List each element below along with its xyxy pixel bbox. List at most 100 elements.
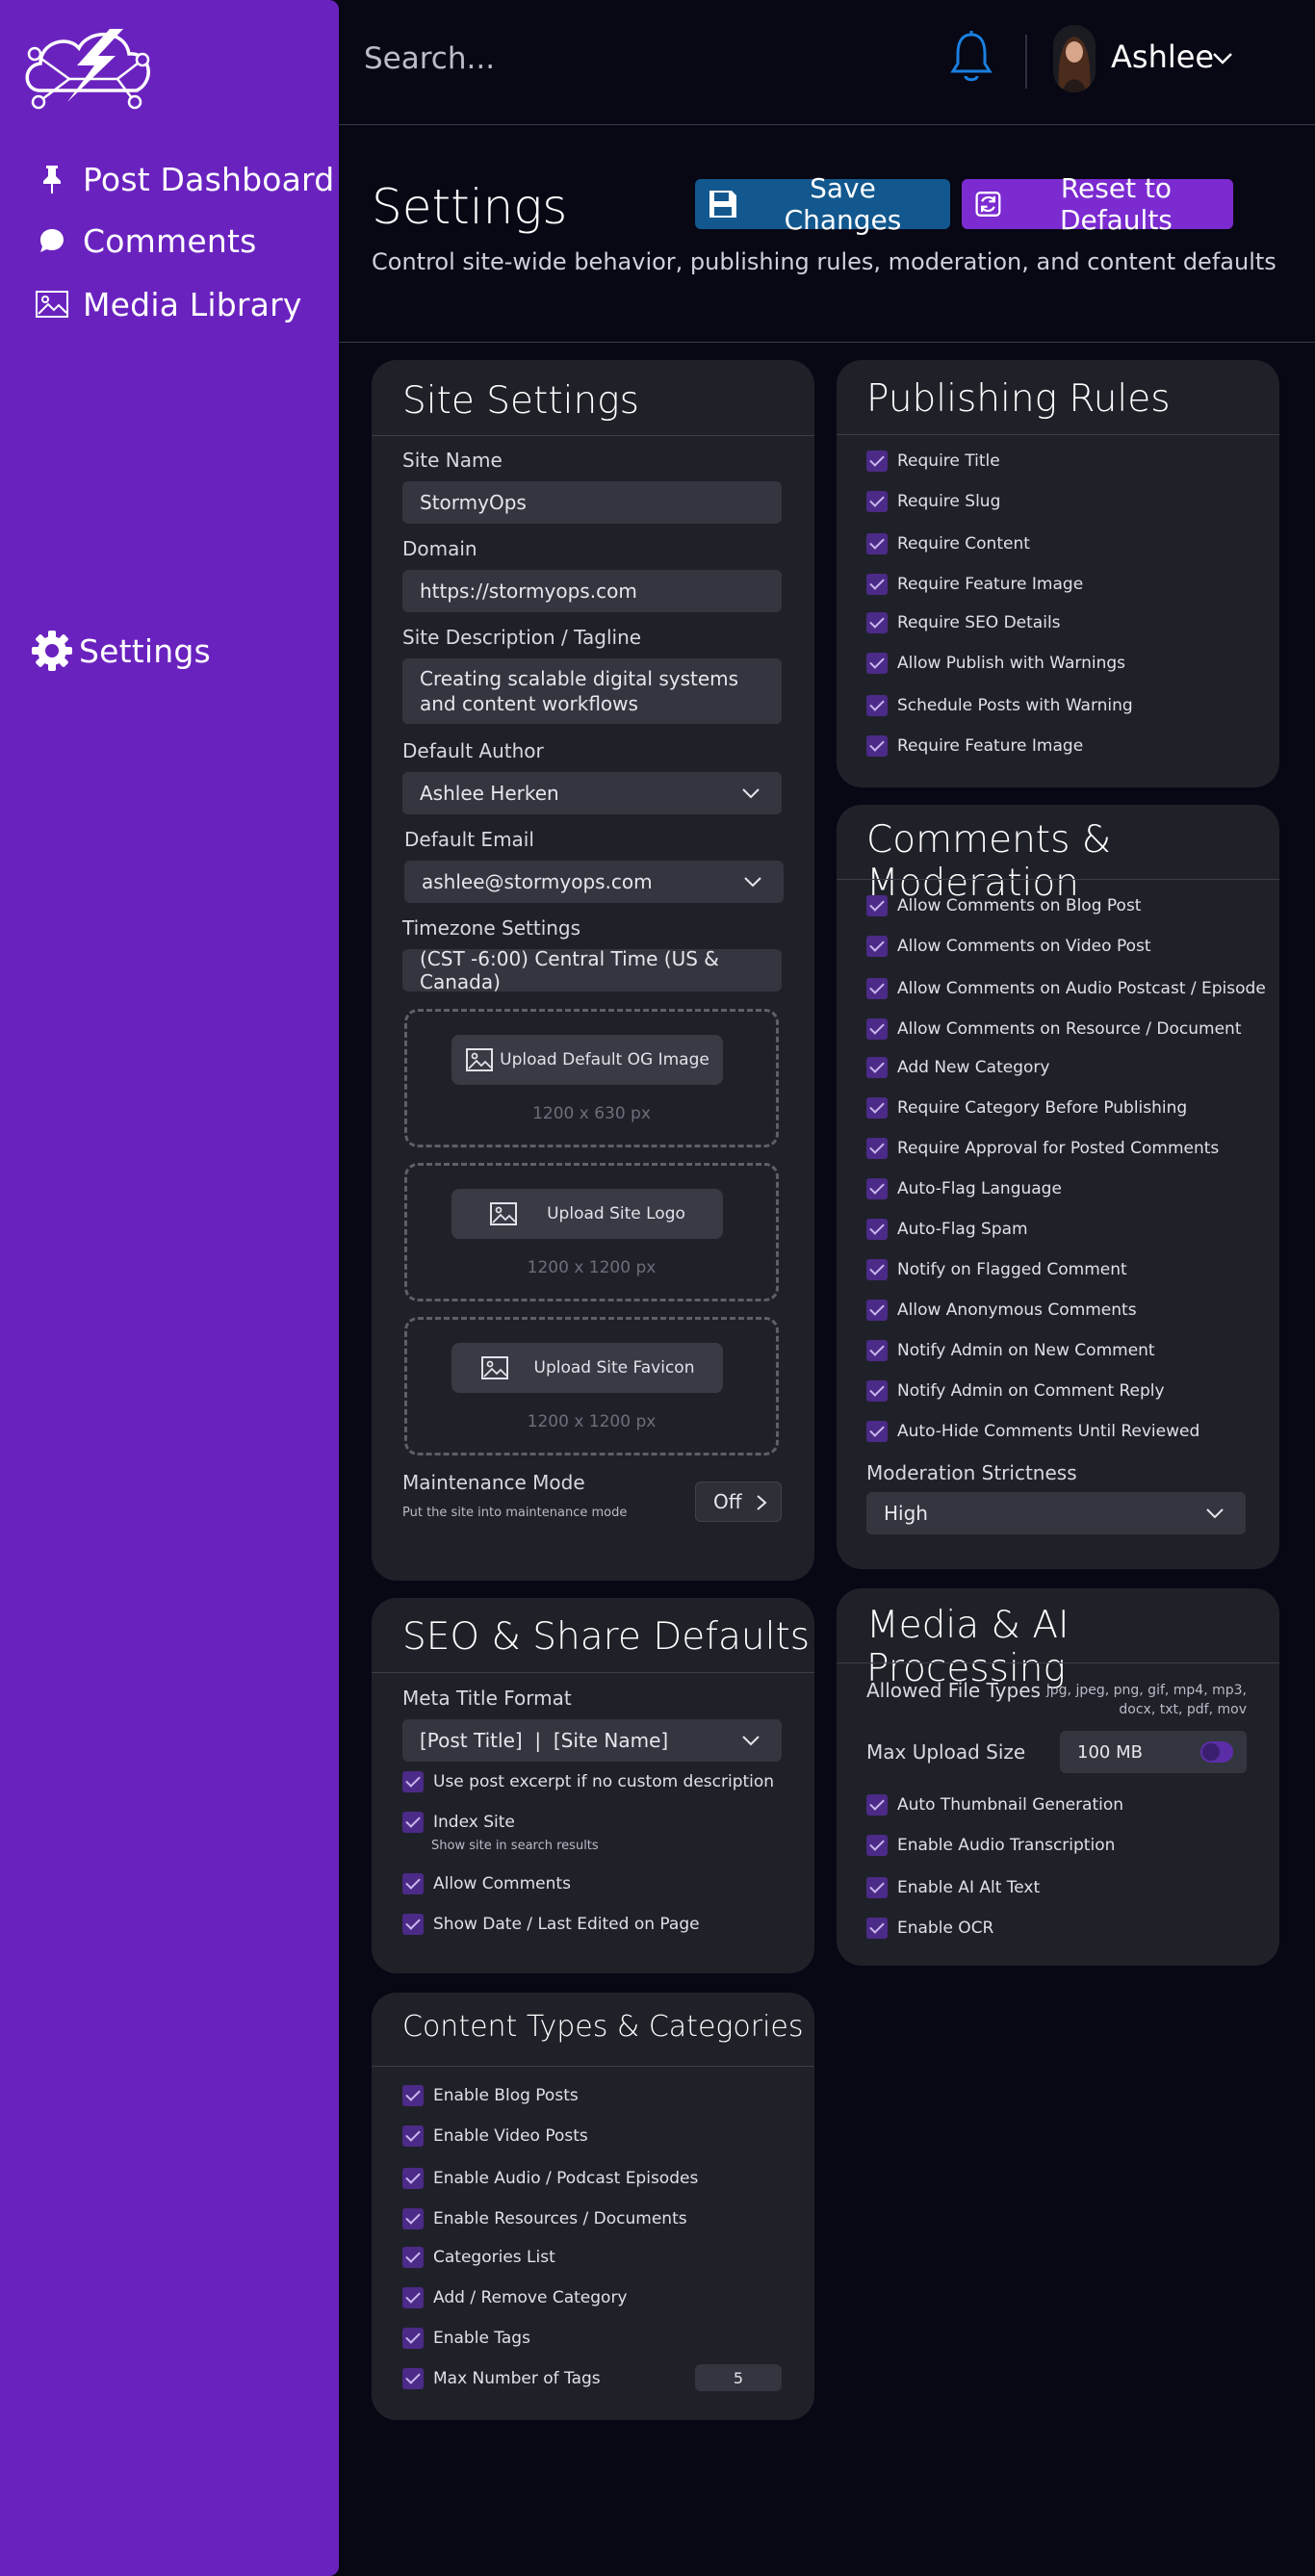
checkbox[interactable] <box>402 2368 424 2389</box>
checkbox[interactable] <box>866 735 888 757</box>
moderation-strictness-select[interactable]: High <box>866 1492 1246 1534</box>
content-type-option[interactable]: Add / Remove Category <box>402 2287 628 2308</box>
checkbox[interactable] <box>866 1835 888 1856</box>
search-input[interactable] <box>364 33 941 85</box>
checkbox[interactable] <box>866 1097 888 1119</box>
publishing-rule-option[interactable]: Require Content <box>866 533 1030 554</box>
upload-og-image-button[interactable]: Upload Default OG Image <box>451 1035 723 1085</box>
moderation-option[interactable]: Notify Admin on Comment Reply <box>866 1380 1165 1402</box>
checkbox[interactable] <box>866 1178 888 1199</box>
checkbox[interactable] <box>866 653 888 674</box>
content-type-option[interactable]: Enable Tags <box>402 2328 530 2349</box>
moderation-option[interactable]: Allow Comments on Resource / Document <box>866 1018 1241 1040</box>
media-ai-option[interactable]: Enable Audio Transcription <box>866 1835 1115 1856</box>
site-favicon-dropzone[interactable]: Upload Site Favicon 1200 x 1200 px <box>404 1317 779 1455</box>
publishing-rule-option[interactable]: Allow Publish with Warnings <box>866 653 1125 674</box>
max-number-of-tags-field[interactable]: 5 <box>695 2364 782 2391</box>
chevron-down-icon[interactable] <box>1211 48 1234 67</box>
checkbox[interactable] <box>866 1794 888 1816</box>
checkbox[interactable] <box>866 1877 888 1898</box>
domain-field[interactable]: https://stormyops.com <box>402 570 782 612</box>
checkbox[interactable] <box>402 2328 424 2349</box>
checkbox[interactable] <box>402 2168 424 2189</box>
publishing-rule-option[interactable]: Require Title <box>866 451 1000 472</box>
content-type-option[interactable]: Enable Resources / Documents <box>402 2208 687 2229</box>
checkbox[interactable] <box>402 2085 424 2106</box>
content-type-option[interactable]: Max Number of Tags <box>402 2368 601 2389</box>
checkbox[interactable] <box>866 1918 888 1939</box>
moderation-option[interactable]: Require Category Before Publishing <box>866 1097 1187 1119</box>
upload-site-favicon-button[interactable]: Upload Site Favicon <box>451 1343 723 1393</box>
sidebar-item-settings[interactable]: Settings <box>29 628 211 674</box>
media-ai-option[interactable]: Enable OCR <box>866 1918 993 1939</box>
media-ai-option[interactable]: Auto Thumbnail Generation <box>866 1794 1123 1816</box>
moderation-option[interactable]: Allow Anonymous Comments <box>866 1300 1137 1321</box>
seo-option-index-site[interactable]: Index Site <box>402 1812 515 1833</box>
checkbox[interactable] <box>866 1219 888 1240</box>
content-type-option[interactable]: Enable Video Posts <box>402 2125 588 2147</box>
checkbox[interactable] <box>866 1018 888 1040</box>
moderation-option[interactable]: Allow Comments on Blog Post <box>866 895 1141 916</box>
moderation-option[interactable]: Notify on Flagged Comment <box>866 1259 1127 1280</box>
sidebar-item-media-library[interactable]: Media Library <box>33 285 302 323</box>
moderation-option[interactable]: Require Approval for Posted Comments <box>866 1138 1219 1159</box>
checkbox[interactable] <box>402 2247 424 2268</box>
max-upload-size-field[interactable]: 100 MB <box>1060 1731 1247 1773</box>
checkbox[interactable] <box>866 533 888 554</box>
checkbox[interactable] <box>866 1138 888 1159</box>
sidebar-item-comments[interactable]: Comments <box>33 221 256 260</box>
save-changes-button[interactable]: Save Changes <box>695 172 950 236</box>
sidebar-item-post-dashboard[interactable]: Post Dashboard <box>33 160 334 198</box>
checkbox[interactable] <box>402 2125 424 2147</box>
reset-to-defaults-button[interactable]: Reset to Defaults <box>962 172 1233 236</box>
moderation-option[interactable]: Notify Admin on New Comment <box>866 1340 1155 1361</box>
checkbox[interactable] <box>402 1812 424 1833</box>
checkbox[interactable] <box>402 1914 424 1935</box>
checkbox[interactable] <box>866 451 888 472</box>
site-logo-dropzone[interactable]: Upload Site Logo 1200 x 1200 px <box>404 1163 779 1301</box>
upload-site-logo-button[interactable]: Upload Site Logo <box>451 1189 723 1239</box>
maintenance-mode-select[interactable]: Off <box>695 1481 782 1522</box>
checkbox[interactable] <box>866 1300 888 1321</box>
checkbox[interactable] <box>866 574 888 595</box>
checkbox[interactable] <box>866 1259 888 1280</box>
content-type-option[interactable]: Categories List <box>402 2247 555 2268</box>
content-type-option[interactable]: Enable Audio / Podcast Episodes <box>402 2168 698 2189</box>
publishing-rule-option[interactable]: Require Feature Image <box>866 735 1083 757</box>
checkbox[interactable] <box>866 695 888 716</box>
checkbox[interactable] <box>866 491 888 512</box>
checkbox[interactable] <box>866 1057 888 1078</box>
checkbox[interactable] <box>866 936 888 957</box>
checkbox[interactable] <box>402 2208 424 2229</box>
publishing-rule-option[interactable]: Require SEO Details <box>866 612 1061 633</box>
checkbox[interactable] <box>402 2287 424 2308</box>
bell-icon[interactable] <box>947 29 995 87</box>
checkbox[interactable] <box>866 978 888 999</box>
avatar[interactable] <box>1053 25 1096 92</box>
publishing-rule-option[interactable]: Require Slug <box>866 491 1000 512</box>
publishing-rule-option[interactable]: Require Feature Image <box>866 574 1083 595</box>
moderation-option[interactable]: Auto-Flag Language <box>866 1178 1062 1199</box>
checkbox[interactable] <box>402 1771 424 1792</box>
checkbox[interactable] <box>866 1421 888 1442</box>
og-image-dropzone[interactable]: Upload Default OG Image 1200 x 630 px <box>404 1009 779 1147</box>
default-email-select[interactable]: ashlee@stormyops.com <box>404 861 784 903</box>
description-field[interactable]: Creating scalable digital systems and co… <box>402 658 782 724</box>
user-name[interactable]: Ashlee <box>1111 39 1214 75</box>
checkbox[interactable] <box>402 1873 424 1894</box>
checkbox[interactable] <box>866 612 888 633</box>
moderation-option[interactable]: Allow Comments on Video Post <box>866 936 1151 957</box>
media-ai-option[interactable]: Enable AI Alt Text <box>866 1877 1040 1898</box>
content-type-option[interactable]: Enable Blog Posts <box>402 2085 579 2106</box>
checkbox[interactable] <box>866 895 888 916</box>
seo-option-show-date[interactable]: Show Date / Last Edited on Page <box>402 1914 700 1935</box>
publishing-rule-option[interactable]: Schedule Posts with Warning <box>866 695 1133 716</box>
meta-title-format-select[interactable]: [Post Title] | [Site Name] <box>402 1719 782 1762</box>
seo-option-allow-comments[interactable]: Allow Comments <box>402 1873 571 1894</box>
site-name-field[interactable]: StormyOps <box>402 481 782 524</box>
moderation-option[interactable]: Auto-Flag Spam <box>866 1219 1028 1240</box>
moderation-option[interactable]: Allow Comments on Audio Postcast / Episo… <box>866 978 1266 999</box>
default-author-select[interactable]: Ashlee Herken <box>402 772 782 814</box>
checkbox[interactable] <box>866 1340 888 1361</box>
timezone-select[interactable]: (CST -6:00) Central Time (US & Canada) <box>402 947 782 993</box>
